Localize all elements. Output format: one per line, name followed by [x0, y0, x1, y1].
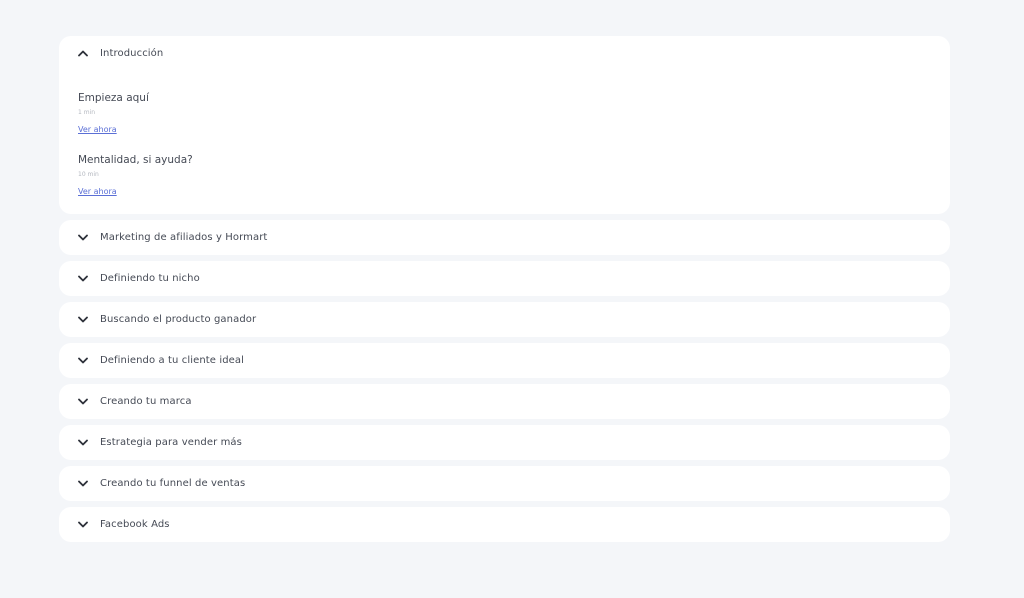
section-header[interactable]: Buscando el producto ganador: [59, 302, 950, 337]
chevron-down-icon[interactable]: [77, 437, 88, 448]
lesson-item: Mentalidad, si ayuda? 10 min Ver ahora: [78, 153, 931, 198]
section-title: Estrategia para vender más: [100, 437, 242, 448]
section-header[interactable]: Creando tu marca: [59, 384, 950, 419]
section-header[interactable]: Facebook Ads: [59, 507, 950, 542]
section-introduccion: Introducción Empieza aquí 1 min Ver ahor…: [59, 36, 950, 214]
section-estrategia-vender[interactable]: Estrategia para vender más: [59, 425, 950, 460]
section-title: Creando tu funnel de ventas: [100, 478, 246, 489]
lesson-duration: 10 min: [78, 171, 99, 178]
section-header[interactable]: Definiendo a tu cliente ideal: [59, 343, 950, 378]
chevron-up-icon[interactable]: [77, 48, 88, 59]
lesson-title: Mentalidad, si ayuda?: [78, 154, 193, 166]
section-header[interactable]: Creando tu funnel de ventas: [59, 466, 950, 501]
section-header[interactable]: Estrategia para vender más: [59, 425, 950, 460]
chevron-down-icon[interactable]: [77, 314, 88, 325]
section-header[interactable]: Introducción: [59, 36, 950, 70]
section-title: Buscando el producto ganador: [100, 314, 257, 325]
section-title: Facebook Ads: [100, 519, 170, 530]
chevron-down-icon[interactable]: [77, 355, 88, 366]
chevron-down-icon[interactable]: [77, 396, 88, 407]
section-title: Creando tu marca: [100, 396, 192, 407]
section-title: Definiendo a tu cliente ideal: [100, 355, 245, 366]
section-header[interactable]: Definiendo tu nicho: [59, 261, 950, 296]
section-funnel-ventas[interactable]: Creando tu funnel de ventas: [59, 466, 950, 501]
section-creando-marca[interactable]: Creando tu marca: [59, 384, 950, 419]
section-definiendo-nicho[interactable]: Definiendo tu nicho: [59, 261, 950, 296]
watch-now-link[interactable]: Ver ahora: [78, 124, 117, 136]
section-cliente-ideal[interactable]: Definiendo a tu cliente ideal: [59, 343, 950, 378]
lesson-duration: 1 min: [78, 109, 96, 116]
course-curriculum: Introducción Empieza aquí 1 min Ver ahor…: [59, 36, 950, 548]
lesson-item: Empieza aquí 1 min Ver ahora: [78, 91, 931, 136]
section-title: Definiendo tu nicho: [100, 273, 200, 284]
section-lessons: Empieza aquí 1 min Ver ahora Mentalidad,…: [59, 70, 950, 214]
chevron-down-icon[interactable]: [77, 232, 88, 243]
chevron-down-icon[interactable]: [77, 273, 88, 284]
section-facebook-ads[interactable]: Facebook Ads: [59, 507, 950, 542]
chevron-down-icon[interactable]: [77, 519, 88, 530]
chevron-down-icon[interactable]: [77, 478, 88, 489]
section-marketing-afiliados[interactable]: Marketing de afiliados y Hormart: [59, 220, 950, 255]
section-producto-ganador[interactable]: Buscando el producto ganador: [59, 302, 950, 337]
section-title: Introducción: [100, 47, 164, 59]
lesson-title: Empieza aquí: [78, 92, 149, 104]
section-title: Marketing de afiliados y Hormart: [100, 232, 268, 243]
watch-now-link[interactable]: Ver ahora: [78, 186, 117, 198]
section-header[interactable]: Marketing de afiliados y Hormart: [59, 220, 950, 255]
